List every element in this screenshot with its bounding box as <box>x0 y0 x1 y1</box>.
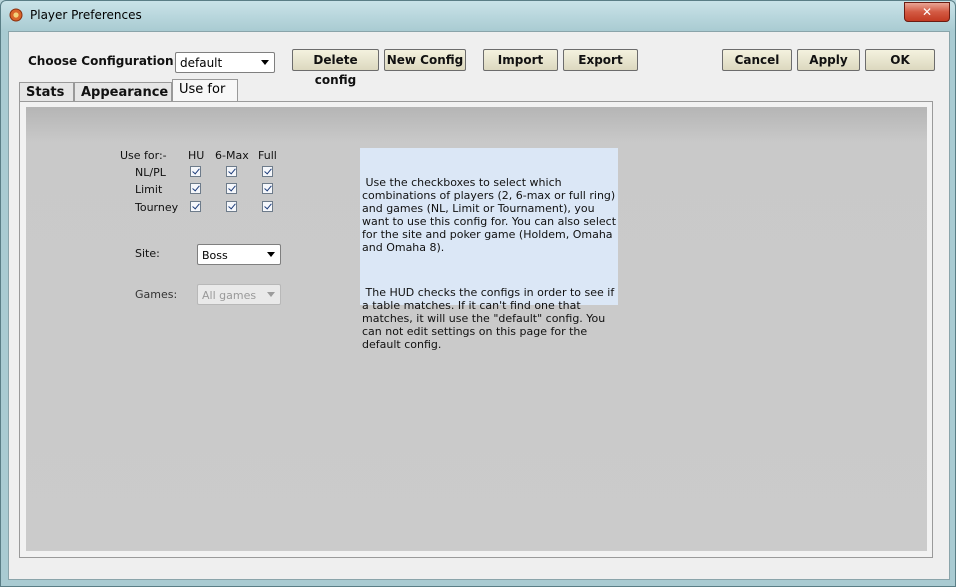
window-client-area: Choose Configuration: default Delete con… <box>8 31 950 580</box>
tab-stats[interactable]: Stats <box>19 82 74 102</box>
help-text-box: Use the checkboxes to select which combi… <box>360 148 620 351</box>
poker-chip-icon <box>9 8 23 22</box>
import-button[interactable]: Import <box>483 49 558 71</box>
tourney-hu-checkbox[interactable] <box>190 201 201 212</box>
site-select[interactable]: Boss <box>197 244 281 265</box>
column-6max-label: 6-Max <box>215 149 249 162</box>
use-for-header-label: Use for:- <box>120 149 167 162</box>
games-select[interactable]: All games <box>197 284 281 305</box>
row-tourney-label: Tourney <box>135 201 179 214</box>
column-full-label: Full <box>258 149 277 162</box>
nlpl-hu-checkbox[interactable] <box>190 166 201 177</box>
tourney-6max-checkbox[interactable] <box>226 201 237 212</box>
column-hu-label: HU <box>188 149 205 162</box>
tab-use-for[interactable]: Use for <box>172 79 238 102</box>
close-button[interactable]: ✕ <box>904 2 950 22</box>
help-paragraph: Use the checkboxes to select which combi… <box>362 176 620 254</box>
nlpl-full-checkbox[interactable] <box>262 166 273 177</box>
title-bar[interactable]: Player Preferences ✕ <box>1 1 955 31</box>
configuration-value: default <box>180 56 223 70</box>
tourney-full-checkbox[interactable] <box>262 201 273 212</box>
chevron-down-icon <box>261 60 269 65</box>
row-nlpl-label: NL/PL <box>135 166 166 179</box>
window-title: Player Preferences <box>30 8 142 22</box>
use-for-panel: Use for:- HU 6-Max Full NL/PL Limit Tour… <box>26 107 927 551</box>
configuration-select[interactable]: default <box>175 52 275 73</box>
player-preferences-window: Player Preferences ✕ Choose Configuratio… <box>0 0 956 587</box>
cancel-button[interactable]: Cancel <box>722 49 792 71</box>
new-config-button[interactable]: New Config <box>384 49 466 71</box>
nlpl-6max-checkbox[interactable] <box>226 166 237 177</box>
row-limit-label: Limit <box>135 183 163 196</box>
limit-hu-checkbox[interactable] <box>190 183 201 194</box>
chevron-down-icon <box>267 292 275 297</box>
close-icon: ✕ <box>921 5 933 19</box>
apply-button[interactable]: Apply <box>797 49 860 71</box>
chevron-down-icon <box>267 252 275 257</box>
tab-appearance[interactable]: Appearance <box>74 82 172 102</box>
ok-button[interactable]: OK <box>865 49 935 71</box>
site-value: Boss <box>202 249 228 262</box>
tab-content-frame: Use for:- HU 6-Max Full NL/PL Limit Tour… <box>19 101 933 558</box>
help-paragraph: The HUD checks the configs in order to s… <box>362 286 618 351</box>
games-label: Games: <box>135 288 178 301</box>
site-label: Site: <box>135 247 160 260</box>
export-button[interactable]: Export <box>563 49 638 71</box>
limit-full-checkbox[interactable] <box>262 183 273 194</box>
limit-6max-checkbox[interactable] <box>226 183 237 194</box>
delete-config-button[interactable]: Delete config <box>292 49 379 87</box>
games-value: All games <box>202 289 257 302</box>
choose-configuration-label: Choose Configuration: <box>28 54 179 68</box>
